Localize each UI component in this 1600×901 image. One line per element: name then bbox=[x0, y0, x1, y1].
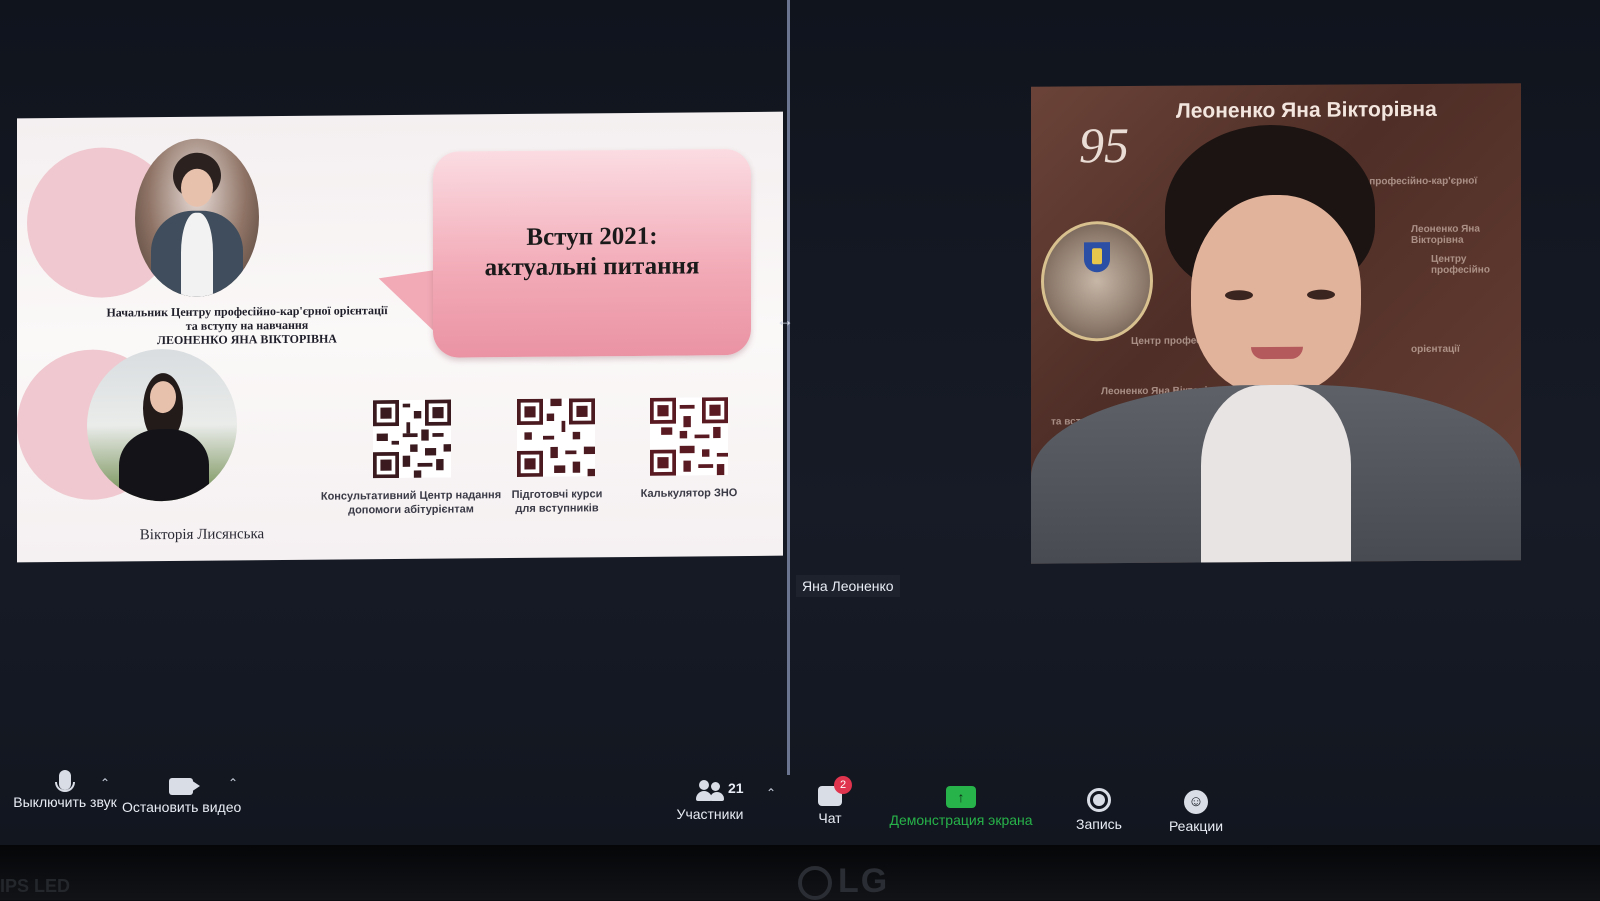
qr-label-courses: Підготовчі курси для вступників bbox=[511, 488, 603, 515]
reactions-button[interactable]: ☺ Реакции bbox=[1158, 790, 1234, 834]
camera-icon bbox=[169, 778, 200, 795]
chat-badge: 2 bbox=[834, 776, 852, 794]
caret-up-icon[interactable]: ⌃ bbox=[766, 786, 776, 800]
person-face bbox=[1191, 194, 1361, 396]
qr-code-calculator bbox=[650, 397, 728, 476]
qr-label-calculator: Калькулятор ЗНО bbox=[640, 487, 738, 500]
stop-video-button[interactable]: Остановить видео bbox=[122, 778, 241, 815]
photo-leonenko bbox=[135, 138, 259, 298]
share-screen-icon: ↑ bbox=[946, 786, 976, 808]
caret-up-icon[interactable]: ⌃ bbox=[228, 776, 238, 790]
monitor-brand-logo: LG bbox=[798, 862, 889, 901]
banner-name: Леоненко Яна Вікторівна bbox=[1176, 97, 1437, 123]
anniversary-logo: 95 bbox=[1079, 117, 1129, 174]
reactions-icon: ☺ bbox=[1184, 790, 1208, 814]
qr-code-courses bbox=[517, 398, 595, 477]
share-screen-button[interactable]: ↑ Демонстрация экрана bbox=[880, 786, 1042, 828]
university-emblem bbox=[1041, 220, 1153, 342]
photo-lysianska bbox=[87, 348, 237, 502]
monitor-panel-label: IPS LED bbox=[0, 876, 71, 896]
shared-presentation-slide: Начальник Центру професійно-кар'єрної ор… bbox=[17, 111, 783, 563]
record-button[interactable]: Запись bbox=[1064, 788, 1134, 832]
second-person-name: Вікторія Лисянська bbox=[139, 526, 265, 544]
split-view-divider[interactable] bbox=[787, 0, 790, 775]
participant-name-tag: Яна Леоненко bbox=[796, 575, 900, 597]
resize-cursor-icon: ↔ bbox=[776, 310, 794, 330]
record-icon bbox=[1087, 788, 1111, 812]
caret-up-icon[interactable]: ⌃ bbox=[100, 776, 110, 790]
slide-title: Вступ 2021: актуальні питання bbox=[484, 222, 700, 282]
qr-code-consult bbox=[373, 399, 451, 479]
participants-button[interactable]: 21 Участники bbox=[670, 780, 750, 822]
zoom-meeting-screen: Начальник Центру професійно-кар'єрної ор… bbox=[0, 0, 1600, 845]
chat-icon: 2 bbox=[818, 776, 852, 806]
mic-icon bbox=[55, 770, 75, 792]
person-blouse bbox=[1201, 384, 1351, 564]
participants-icon bbox=[696, 780, 724, 802]
speech-bubble: Вступ 2021: актуальні питання bbox=[433, 148, 751, 358]
participant-video[interactable]: Начальник Центру професійно-кар'єрної Ле… bbox=[1031, 83, 1521, 564]
participants-count: 21 bbox=[728, 780, 744, 796]
chat-button[interactable]: 2 Чат bbox=[800, 776, 860, 826]
